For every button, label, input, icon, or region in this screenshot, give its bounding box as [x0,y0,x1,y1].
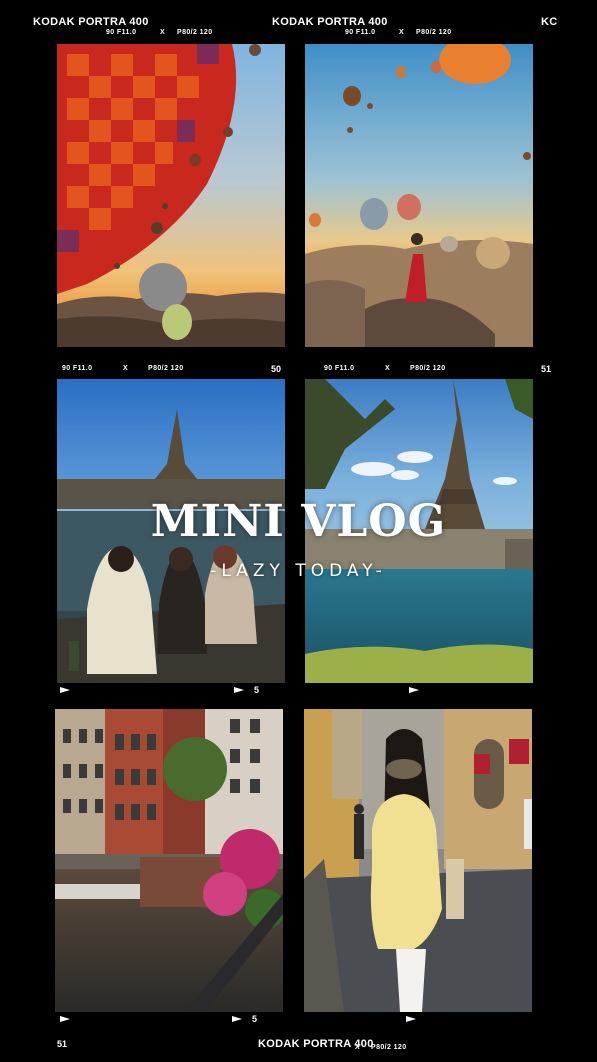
film-format-label: P80/2 120 [410,365,446,372]
photo-amsterdam-canal [55,709,283,1012]
film-x-mark: X [355,1044,361,1051]
photo-balloon-closeup [57,44,285,347]
film-x-mark: X [160,29,166,36]
photo-balloons-woman-red-dress [305,44,533,347]
film-arrow-icon [232,1016,242,1022]
film-corner-label: KC [541,16,558,28]
film-x-mark: X [399,29,405,36]
frame-number: 5 [252,1014,258,1024]
film-brand-label: KODAK PORTRA 400 [33,16,149,28]
film-arrow-icon [234,687,244,693]
frame-number: 51 [57,1039,68,1049]
frame-number: 50 [271,364,282,374]
film-x-mark: X [385,365,391,372]
frame-number: 5 [254,685,260,695]
vlog-subtitle: -LAZY TODAY- [210,561,387,581]
film-exposure-label: 90 F11.0 [106,29,137,36]
film-brand-label: KODAK PORTRA 400 [272,16,388,28]
film-arrow-icon [406,1016,416,1022]
vlog-title: MINI VLOG [150,496,447,547]
film-exposure-label: 90 F11.0 [62,365,93,372]
film-format-label: P80/2 120 [371,1044,407,1051]
film-x-mark: X [123,365,129,372]
film-arrow-icon [60,687,70,693]
film-exposure-label: 90 F11.0 [345,29,376,36]
film-format-label: P80/2 120 [416,29,452,36]
photo-florence-street-woman [304,709,532,1012]
frame-number: 51 [541,364,552,374]
film-exposure-label: 90 F11.0 [324,365,355,372]
film-format-label: P80/2 120 [148,365,184,372]
film-arrow-icon [60,1016,70,1022]
film-format-label: P80/2 120 [177,29,213,36]
film-arrow-icon [409,687,419,693]
